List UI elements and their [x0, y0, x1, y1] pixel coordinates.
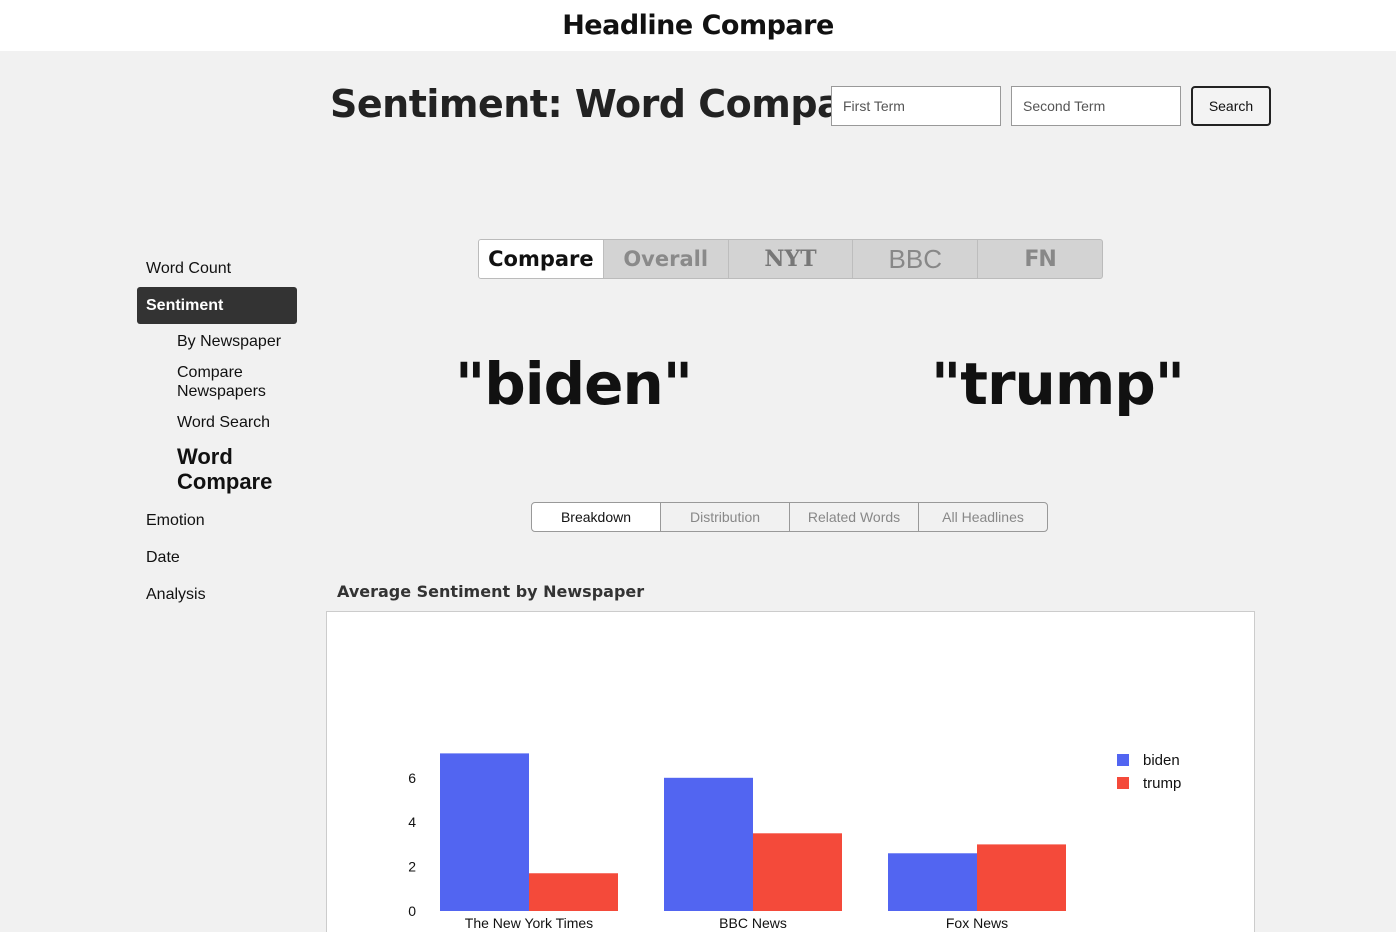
tab-overall[interactable]: Overall — [602, 240, 728, 278]
subitem-compare-newspapers[interactable]: Compare Newspapers — [137, 357, 277, 407]
legend-label: biden — [1143, 752, 1180, 769]
legend-swatch — [1117, 754, 1129, 766]
source-tabs: Compare Overall NYT BBC FN — [478, 239, 1103, 279]
chart-svg: 0 2 4 6 The New York Times BBC News Fox News bi… — [408, 752, 1181, 931]
sidebar-item-sentiment[interactable]: Sentiment — [137, 287, 297, 324]
y-tick-label: 2 — [408, 859, 416, 875]
first-term-heading: "biden" — [455, 350, 693, 418]
bar-trump — [753, 833, 842, 911]
sidebar-item-analysis[interactable]: Analysis — [137, 576, 297, 613]
tab-fn[interactable]: FN — [977, 240, 1102, 278]
y-tick-label: 4 — [408, 814, 416, 830]
sidebar-nav: Word Count Sentiment By Newspaper Compar… — [137, 250, 297, 613]
subitem-word-search[interactable]: Word Search — [137, 407, 297, 438]
second-term-input[interactable] — [1011, 86, 1181, 126]
page-title: Sentiment: Word Compare — [330, 82, 886, 126]
bar-biden — [888, 853, 977, 911]
subitem-by-newspaper[interactable]: By Newspaper — [137, 326, 297, 357]
subtab-related-words[interactable]: Related Words — [789, 502, 919, 532]
first-term-input[interactable] — [831, 86, 1001, 126]
x-category-label: Fox News — [946, 915, 1008, 931]
top-bar: Headline Compare — [0, 0, 1396, 51]
bar-biden — [664, 777, 753, 911]
y-tick-label: 6 — [408, 770, 416, 786]
sidebar-item-emotion[interactable]: Emotion — [137, 502, 297, 539]
tab-compare[interactable]: Compare — [479, 240, 603, 278]
tab-bbc[interactable]: BBC — [852, 240, 977, 278]
chart-title: Average Sentiment by Newspaper — [337, 582, 645, 601]
second-term-heading: "trump" — [931, 350, 1185, 418]
sentiment-submenu: By Newspaper Compare Newspapers Word Sea… — [137, 324, 297, 502]
x-category-label: BBC News — [719, 915, 787, 931]
subitem-word-compare[interactable]: Word Compare — [137, 438, 272, 500]
tab-nyt[interactable]: NYT — [727, 240, 853, 278]
legend-swatch — [1117, 777, 1129, 789]
subtab-distribution[interactable]: Distribution — [660, 502, 790, 532]
legend-label: trump — [1143, 775, 1181, 792]
app-title: Headline Compare — [562, 10, 834, 41]
x-category-label: The New York Times — [465, 915, 593, 931]
y-tick-label: 0 — [408, 903, 416, 919]
sidebar-item-date[interactable]: Date — [137, 539, 297, 576]
search-button[interactable]: Search — [1191, 86, 1271, 126]
subtab-all-headlines[interactable]: All Headlines — [918, 502, 1048, 532]
sidebar-item-word-count[interactable]: Word Count — [137, 250, 297, 287]
bar-trump — [977, 844, 1066, 911]
subtab-breakdown[interactable]: Breakdown — [531, 502, 661, 532]
sentiment-bar-chart: 0 2 4 6 The New York Times BBC News Fox News bi… — [326, 611, 1255, 932]
bar-biden — [440, 753, 529, 911]
view-subtabs: Breakdown Distribution Related Words All… — [531, 502, 1048, 532]
bar-trump — [529, 873, 618, 911]
